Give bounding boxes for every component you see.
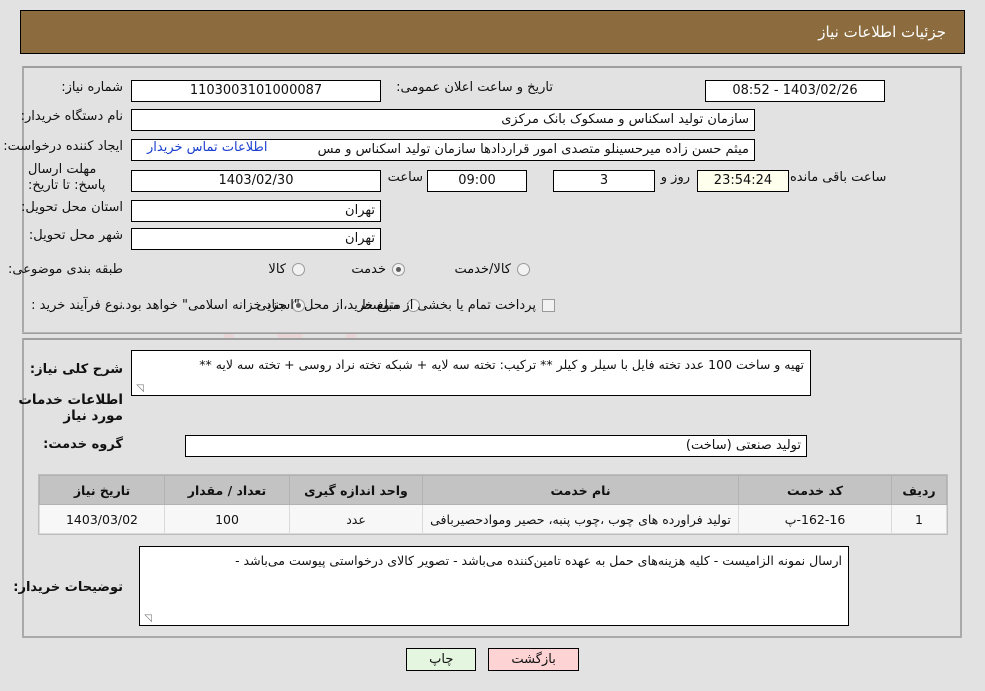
radio-icon[interactable] (392, 263, 405, 276)
col-unit: واحد اندازه گیری (289, 475, 423, 505)
radio-icon[interactable] (292, 263, 305, 276)
remaining-time-label: ساعت باقی مانده (790, 170, 887, 185)
table-header-row: ردیف کد خدمت نام خدمت واحد اندازه گیری ت… (39, 475, 947, 505)
process-type-label: نوع فرآیند خرید : (31, 298, 123, 313)
need-number-label: شماره نیاز: (61, 80, 123, 95)
buyer-org-label: نام دستگاه خریدار: (20, 109, 123, 124)
col-name: نام خدمت (422, 475, 739, 505)
deadline-date-value: 1403/02/30 (131, 170, 381, 192)
classification-option-label: خدمت (351, 262, 386, 277)
city-label: شهر محل تحویل: (28, 228, 123, 243)
services-table: ردیف کد خدمت نام خدمت واحد اندازه گیری ت… (38, 474, 948, 535)
footer-button-bar: بازگشت چاپ (0, 648, 985, 671)
description-label: شرح کلی نیاز: (29, 362, 123, 377)
province-label: استان محل تحویل: (21, 200, 123, 215)
buyer-org-value: سازمان تولید اسکناس و مسکوک بانک مرکزی (131, 109, 755, 131)
table-row[interactable]: 1 162-16-پ تولید فراورده های چوب ،چوب پن… (39, 504, 947, 534)
cell-name: تولید فراورده های چوب ،چوب پنبه، حصیر وم… (422, 504, 739, 534)
classification-label: طبقه بندی موضوعی: (7, 262, 123, 277)
col-index: ردیف (891, 475, 947, 505)
back-button[interactable]: بازگشت (488, 648, 579, 671)
buyer-notes-value: ارسال نمونه الزامیست - کلیه هزینه‌های حم… (235, 553, 842, 568)
buyer-contact-link[interactable]: اطلاعات تماس خریدار (147, 140, 267, 155)
panel-divider (22, 332, 962, 333)
remaining-days-label: روز و (660, 170, 690, 185)
classification-option-label: کالا/خدمت (454, 262, 511, 277)
description-textarea[interactable]: تهیه و ساخت 100 عدد تخته فایل با سیلر و … (131, 350, 811, 396)
deadline-hour-value: 09:00 (427, 170, 527, 192)
description-value: تهیه و ساخت 100 عدد تخته فایل با سیلر و … (199, 357, 804, 372)
page-title-bar: جزئیات اطلاعات نیاز (20, 10, 965, 54)
deadline-label: مهلت ارسال پاسخ: تا تاریخ: (28, 162, 106, 194)
page-root: AriaTender .net جزئیات اطلاعات نیاز شمار… (0, 0, 985, 691)
announce-date-label: تاریخ و ساعت اعلان عمومی: (396, 80, 553, 95)
col-date: تاریخ نیاز (39, 475, 165, 505)
print-button[interactable]: چاپ (406, 648, 477, 671)
classification-option-kala[interactable]: کالا (268, 262, 305, 277)
col-code: کد خدمت (738, 475, 892, 505)
service-group-value: تولید صنعتی (ساخت) (185, 435, 807, 457)
announce-date-value: 1403/02/26 - 08:52 (705, 80, 885, 102)
buyer-notes-label: توضیحات خریدار: (13, 580, 123, 595)
need-number-value: 1103003101000087 (131, 80, 381, 102)
service-group-label: گروه خدمت: (43, 437, 123, 452)
resize-grip-icon[interactable]: ◹ (134, 384, 144, 394)
remaining-time-value: 23:54:24 (697, 170, 789, 192)
cell-quantity: 100 (164, 504, 290, 534)
classification-option-khedmat[interactable]: خدمت (351, 262, 405, 277)
checkbox-icon[interactable] (542, 299, 555, 312)
resize-grip-icon[interactable]: ◹ (142, 614, 152, 624)
cell-index: 1 (891, 504, 947, 534)
remaining-days-value: 3 (553, 170, 655, 192)
cell-date: 1403/03/02 (39, 504, 165, 534)
deadline-hour-label: ساعت (387, 170, 423, 185)
radio-icon[interactable] (517, 263, 530, 276)
classification-option-kala-khedmat[interactable]: کالا/خدمت (454, 262, 530, 277)
cell-code: 162-16-پ (738, 504, 892, 534)
province-value: تهران (131, 200, 381, 222)
classification-option-label: کالا (268, 262, 286, 277)
page-title: جزئیات اطلاعات نیاز (818, 23, 946, 41)
treasury-bond-checkbox-group[interactable]: پرداخت تمام یا بخشی از مبلغ خرید،از محل … (121, 298, 555, 313)
treasury-bond-label: پرداخت تمام یا بخشی از مبلغ خرید،از محل … (121, 298, 536, 313)
cell-unit: عدد (289, 504, 423, 534)
creator-label: ایجاد کننده درخواست: (3, 139, 123, 154)
services-section-title: اطلاعات خدمات مورد نیاز (18, 392, 123, 424)
city-value: تهران (131, 228, 381, 250)
col-quantity: تعداد / مقدار (164, 475, 290, 505)
buyer-notes-textarea[interactable]: ارسال نمونه الزامیست - کلیه هزینه‌های حم… (139, 546, 849, 626)
